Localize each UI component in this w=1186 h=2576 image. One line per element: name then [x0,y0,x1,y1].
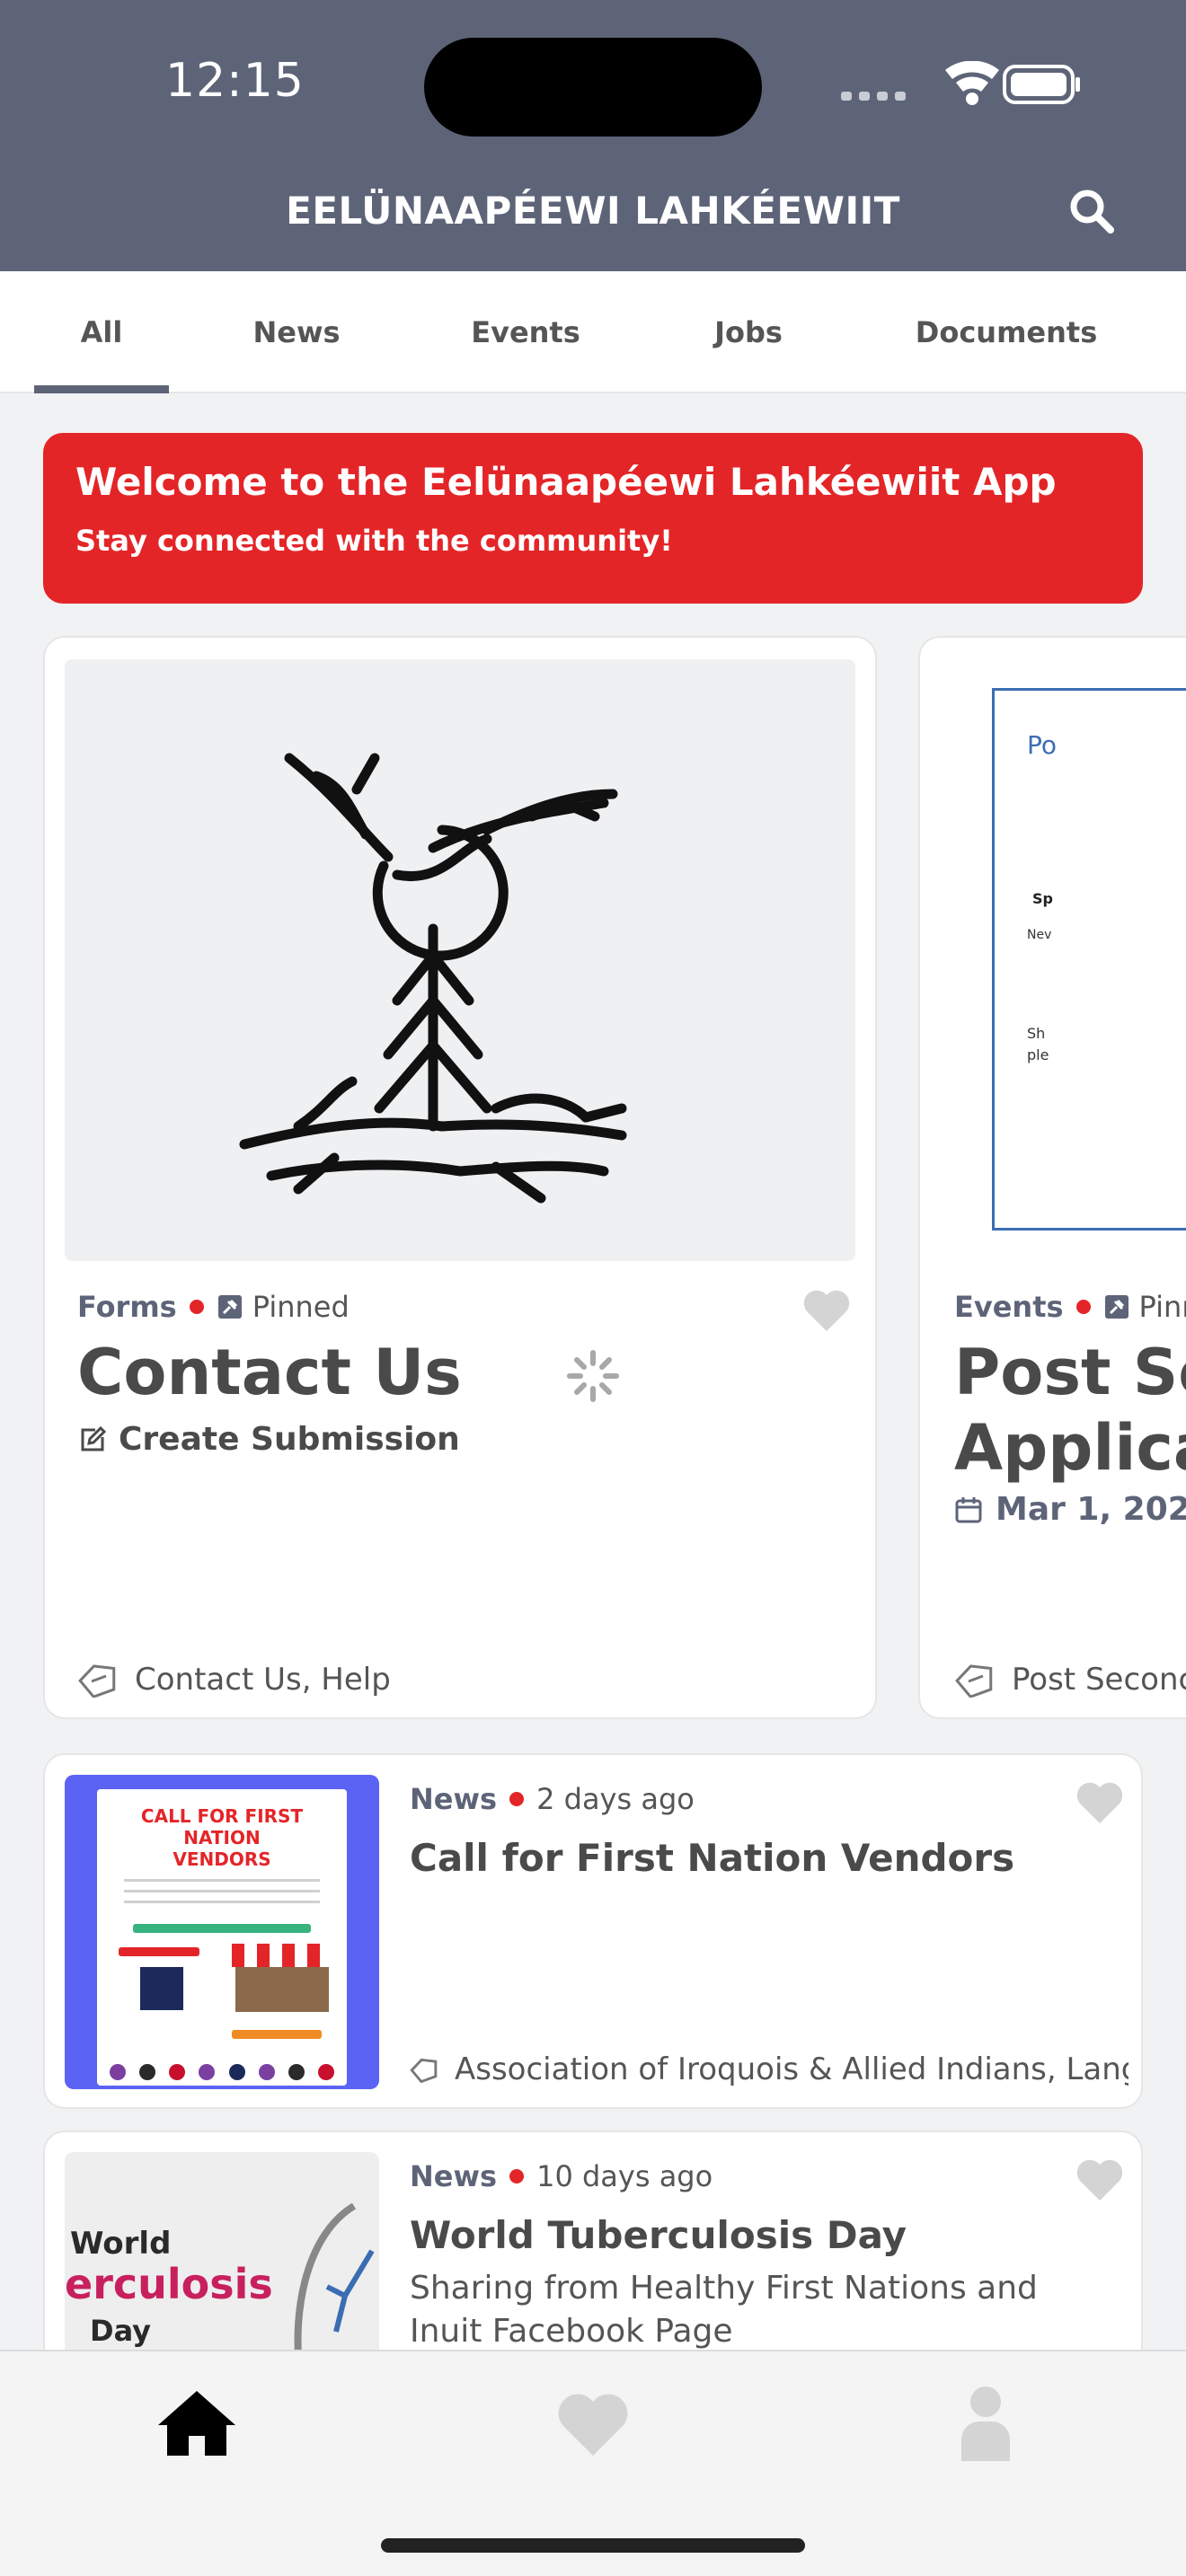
card-title: Contact Us [77,1336,462,1409]
card-tags-text: Contact Us, Help [135,1662,391,1698]
tab-jobs[interactable]: Jobs [683,271,814,393]
pin-icon [217,1295,242,1319]
qr-code [140,1967,183,2010]
favorites-heart-icon[interactable] [555,2391,631,2459]
news-description: Sharing from Healthy First Nations and I… [410,2270,1038,2350]
news-thumbnail: CALL FOR FIRST NATION VENDORS [65,1775,379,2089]
search-icon[interactable] [1066,185,1120,239]
market-stall-awning [232,1944,332,1967]
news-time: 10 days ago [536,2159,713,2193]
card-tags-text: Post Seconc [1012,1662,1186,1698]
featured-card-contact-us[interactable]: Forms Pinned Contact Us Create Submissio… [43,636,877,1719]
news-tags-text: Association of Iroquois & Allied Indians… [455,2051,1128,2087]
favorite-heart-icon[interactable] [1075,2157,1125,2202]
separator-dot [189,1300,204,1314]
create-submission-link[interactable]: Create Submission [77,1421,460,1458]
battery-icon [1003,65,1080,104]
tab-news[interactable]: News [225,271,368,393]
card-title-line-1: Post Sec [954,1336,1186,1409]
separator-dot [509,2169,525,2183]
cellular-signal-icon [841,92,906,101]
thumb-text-2: erculosis [65,2260,273,2308]
poster-title: CALL FOR FIRST NATION VENDORS [140,1805,304,1870]
edit-icon [81,1425,107,1451]
doc-line-5: ple [1027,1046,1049,1063]
category-tabs: All News Events Jobs Documents [0,271,1186,393]
tab-all[interactable]: All [34,271,169,393]
news-meta: News 2 days ago [410,1782,695,1816]
news-time: 2 days ago [536,1782,695,1816]
status-time: 12:15 [165,54,305,108]
app-title: EELÜNAAPÉEWI LAHKÉEWIIT [286,189,900,233]
news-title: Call for First Nation Vendors [410,1836,1015,1880]
sponsor-logos [102,2060,341,2084]
card-meta: Forms Pinned [77,1290,350,1324]
doc-line-2: Sp [1032,890,1053,907]
doc-line-4: Sh [1027,1025,1046,1042]
tag-icon [410,2058,438,2083]
pinned-label: Pinned [252,1290,350,1324]
home-indicator [381,2538,805,2553]
doc-line-3: Nev [1027,928,1052,942]
create-submission-label: Create Submission [119,1421,460,1458]
tag-icon [78,1664,116,1698]
pinned-label: Pinn [1138,1290,1186,1324]
pin-icon [1104,1295,1128,1319]
news-category: News [410,1782,498,1816]
thumb-text-1: World [70,2226,172,2262]
card-tags: Post Seconc [954,1662,1186,1698]
news-meta: News 10 days ago [410,2159,712,2193]
profile-icon[interactable] [958,2384,1013,2463]
card-title-line-2: Applica [954,1411,1186,1485]
news-title: World Tuberculosis Day [410,2213,907,2257]
tab-documents[interactable]: Documents [890,271,1123,393]
welcome-title: Welcome to the Eelünaapéewi Lahkéewiit A… [75,460,1057,504]
card-category: Events [954,1290,1064,1324]
welcome-subtitle: Stay connected with the community! [75,524,673,558]
welcome-banner: Welcome to the Eelünaapéewi Lahkéewiit A… [43,433,1143,604]
tab-events[interactable]: Events [449,271,602,393]
card-image-logo [65,659,855,1261]
card-meta: Events Pinn [954,1290,1186,1324]
dynamic-island [424,38,762,137]
news-category: News [410,2159,498,2193]
document-preview: Po Sp Nev Sh ple [992,688,1186,1231]
favorite-heart-icon[interactable] [1075,1780,1125,1825]
separator-dot [1075,1300,1091,1314]
card-category: Forms [77,1290,177,1324]
calendar-icon [955,1496,982,1522]
favorite-heart-icon[interactable] [801,1288,852,1333]
featured-card-post-secondary[interactable]: Po Sp Nev Sh ple Events Pinn Post Sec Ap… [918,636,1186,1719]
poster: CALL FOR FIRST NATION VENDORS [97,1789,347,2086]
card-tags: Contact Us, Help [77,1662,391,1698]
status-icons [841,61,1080,105]
news-tags: Association of Iroquois & Allied Indians… [410,2051,1128,2087]
event-date-text: Mar 1, 2025 [996,1491,1186,1528]
thumb-text-3: Day [90,2314,152,2348]
separator-dot [509,1792,525,1806]
wifi-icon [945,61,999,105]
app-header: 12:15 EELÜNAAPÉEWI LAHKÉEWIIT [0,0,1186,271]
news-item-vendors[interactable]: CALL FOR FIRST NATION VENDORS News 2 day… [43,1753,1143,2109]
tag-icon [955,1664,993,1698]
loading-spinner-icon [567,1350,619,1402]
doc-line-1: Po [1027,730,1058,760]
eagle-tree-turtle-logo [239,753,627,1204]
event-date: Mar 1, 2025 [954,1491,1186,1528]
home-icon[interactable] [155,2387,239,2459]
